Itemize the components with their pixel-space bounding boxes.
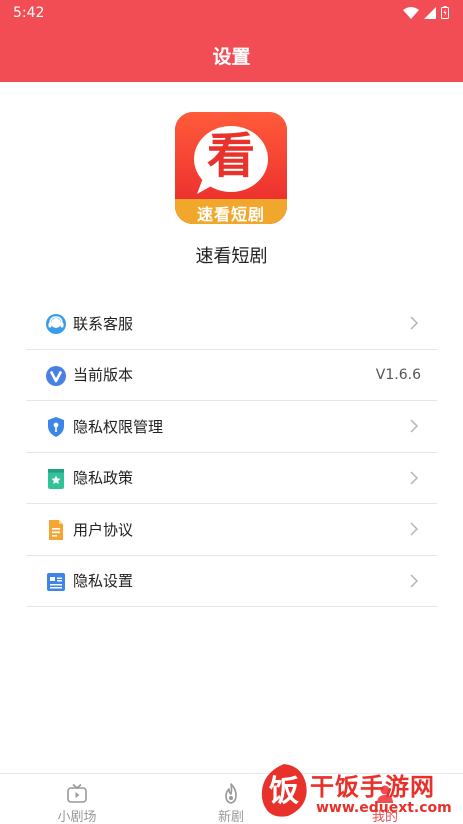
- tab-theater[interactable]: 小剧场: [27, 774, 127, 824]
- status-icons: [403, 6, 449, 19]
- menu-item-user-agreement[interactable]: 用户协议: [26, 504, 437, 556]
- version-value: V1.6.6: [375, 366, 421, 383]
- chevron-right-icon: [410, 573, 419, 588]
- signal-icon: [424, 6, 436, 19]
- settings-menu: 联系客服 当前版本 V1.6.6 隐私权限管理 隐私政策 用户协议 隐私设置: [26, 298, 437, 607]
- menu-item-privacy-permissions[interactable]: 隐私权限管理: [26, 401, 437, 453]
- menu-item-privacy-policy[interactable]: 隐私政策: [26, 453, 437, 504]
- watermark-logo: 饭: [261, 764, 307, 817]
- shield-key-icon: [48, 417, 64, 437]
- status-time: 5:42: [13, 5, 45, 21]
- menu-item-label: 隐私政策: [73, 469, 134, 488]
- logo-text: 速看短剧: [196, 205, 265, 224]
- flame-icon: [225, 783, 237, 804]
- app-name: 速看短剧: [195, 246, 268, 267]
- document-icon: [49, 520, 63, 540]
- logo-glyph: 看: [206, 128, 255, 184]
- watermark-title: 干饭手游网: [310, 773, 435, 801]
- tv-icon: [67, 783, 87, 803]
- headset-icon: [46, 314, 66, 334]
- menu-item-label: 用户协议: [73, 520, 134, 539]
- menu-item-label: 当前版本: [73, 366, 134, 385]
- menu-item-current-version[interactable]: 当前版本 V1.6.6: [26, 350, 437, 401]
- app-logo: 看 速看短剧: [175, 112, 287, 224]
- menu-item-privacy-settings[interactable]: 隐私设置: [26, 556, 437, 607]
- watermark: 饭 干饭手游网 www.eduext.com: [258, 760, 458, 824]
- watermark-url: www.eduext.com: [316, 800, 452, 816]
- chevron-right-icon: [410, 470, 419, 485]
- title-bar: 设置: [0, 26, 463, 82]
- chevron-right-icon: [410, 419, 419, 433]
- version-v-icon: [46, 365, 66, 386]
- id-card-icon: [47, 572, 65, 591]
- status-bar: 5:42: [0, 0, 463, 26]
- menu-item-label: 联系客服: [73, 314, 134, 333]
- page-title: 设置: [212, 46, 251, 68]
- chevron-right-icon: [410, 522, 419, 536]
- menu-item-label: 隐私权限管理: [73, 417, 164, 436]
- wifi-icon: [403, 6, 419, 19]
- battery-icon: [441, 6, 449, 19]
- menu-item-label: 隐私设置: [73, 572, 134, 591]
- watermark-glyph: 饭: [269, 774, 299, 809]
- bookmark-star-icon: [48, 468, 64, 489]
- tab-label: 小剧场: [57, 810, 97, 824]
- menu-item-contact-support[interactable]: 联系客服: [26, 298, 437, 350]
- chevron-right-icon: [410, 316, 419, 330]
